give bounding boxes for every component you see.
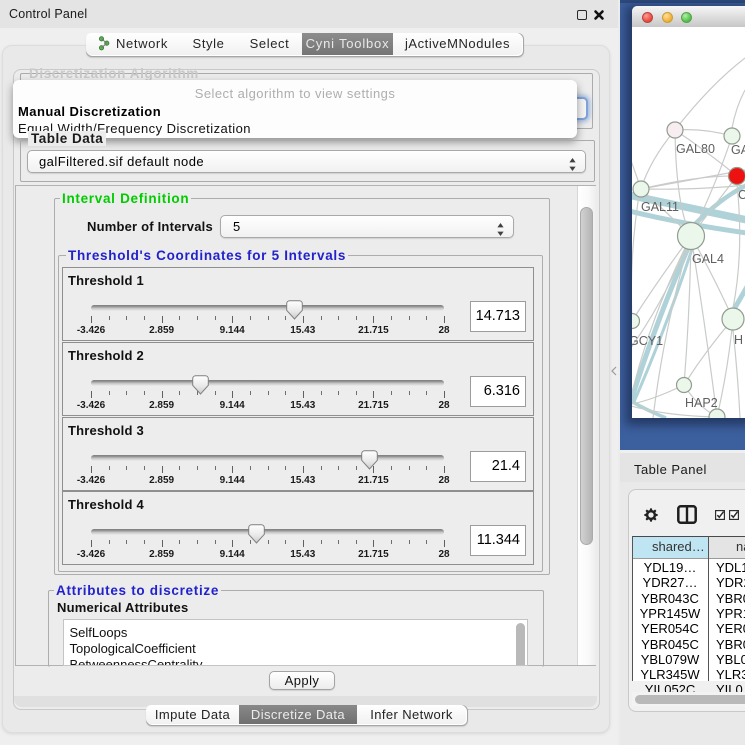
svg-text:GA: GA (731, 143, 745, 157)
svg-text:H: H (734, 333, 743, 347)
svg-text:GAL4: GAL4 (692, 252, 724, 266)
svg-text:GAL11: GAL11 (641, 200, 679, 214)
svg-text:HAP2: HAP2 (685, 396, 718, 410)
svg-text:GAL80: GAL80 (676, 142, 715, 156)
svg-text:GCY1: GCY1 (632, 334, 663, 348)
svg-text:C: C (738, 188, 745, 202)
